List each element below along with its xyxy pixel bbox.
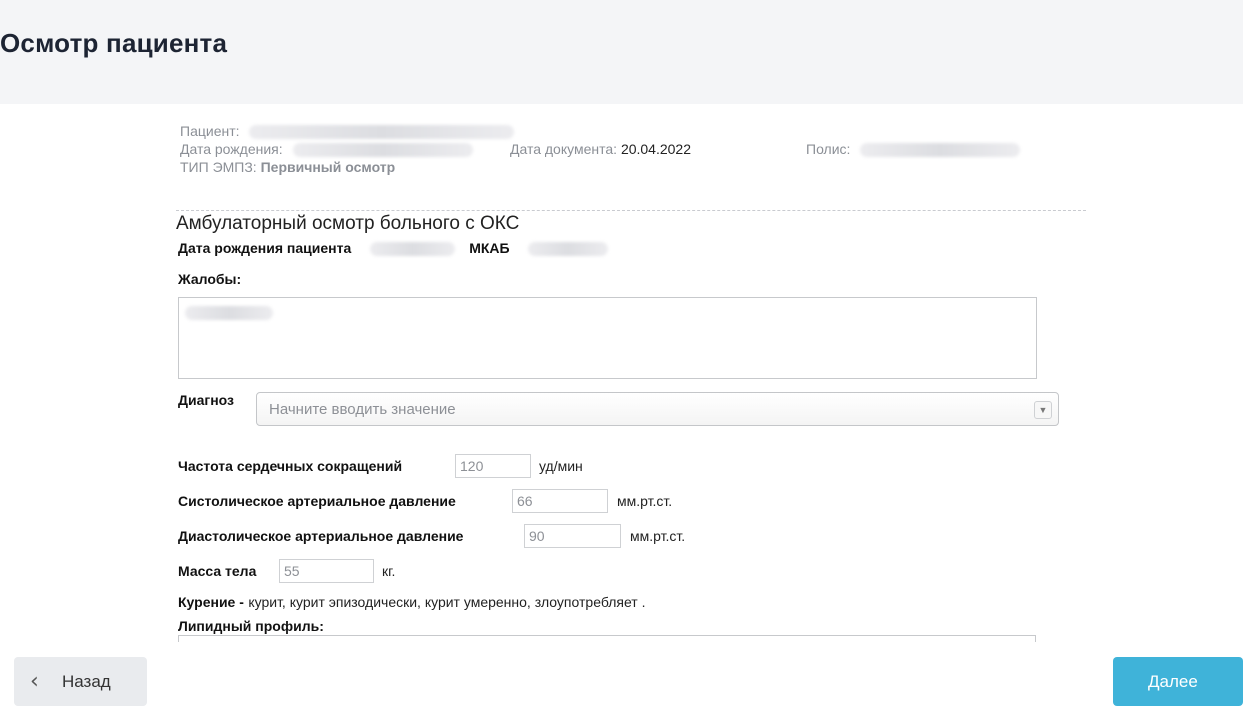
birth-doc-policy-row: Дата рождения: Дата документа: 20.04.202… (180, 140, 1021, 158)
complaints-textarea[interactable] (178, 297, 1037, 379)
footer-bar: ‹ Назад Далее (0, 642, 1243, 706)
smoking-label: Курение - (178, 594, 244, 610)
mkab-label: МКАБ (469, 240, 510, 256)
back-button[interactable]: ‹ Назад (14, 657, 147, 706)
weight-label: Масса тела (178, 563, 257, 579)
complaints-label: Жалобы: (178, 271, 242, 287)
mkab-redacted (528, 241, 609, 256)
heart-rate-input[interactable]: 120 (455, 454, 531, 478)
diastolic-unit: мм.рт.ст. (630, 528, 686, 544)
patient-label: Пациент: (180, 123, 240, 139)
document-date-value: 20.04.2022 (620, 141, 692, 157)
emz-type-label: ТИП ЭМПЗ: (180, 159, 257, 175)
back-button-label: Назад (62, 672, 111, 691)
heart-rate-label: Частота сердечных сокращений (178, 458, 403, 474)
complaints-text-redacted (185, 306, 273, 320)
next-button[interactable]: Далее (1113, 657, 1243, 706)
systolic-label: Систолическое артериальное давление (178, 493, 456, 509)
diagnosis-label: Диагноз (178, 392, 234, 408)
page-title: Осмотр пациента (0, 28, 228, 58)
systolic-unit: мм.рт.ст. (617, 493, 673, 509)
section-divider (176, 210, 1086, 211)
birth-date-redacted (292, 143, 473, 158)
chevron-down-icon[interactable]: ▼ (1034, 401, 1052, 419)
policy-redacted (860, 143, 1021, 158)
birth-date-label: Дата рождения: (180, 141, 283, 157)
next-button-label: Далее (1148, 672, 1198, 691)
patient-birth-redacted (369, 241, 455, 256)
diastolic-label: Диастолическое артериальное давление (178, 528, 464, 544)
heart-rate-unit: уд/мин (539, 458, 583, 474)
smoking-value: курит, курит эпизодически, курит умеренн… (248, 594, 646, 610)
document-meta: Пациент: Дата рождения: Дата документа: … (180, 122, 1021, 176)
systolic-input[interactable]: 66 (512, 489, 608, 513)
weight-input[interactable]: 55 (279, 559, 374, 583)
chevron-left-icon: ‹ (30, 669, 39, 694)
weight-unit: кг. (382, 563, 396, 579)
smoking-row: Курение - курит, курит эпизодически, кур… (178, 594, 645, 612)
policy-label: Полис: (806, 141, 851, 157)
patient-row: Пациент: (180, 122, 515, 140)
document-date-label: Дата документа: (510, 141, 618, 157)
emz-type-value: Первичный осмотр (260, 159, 396, 175)
lipid-profile-field[interactable] (178, 635, 1036, 642)
form-title: Амбулаторный осмотр больного с ОКС (176, 213, 520, 234)
form-content[interactable]: Пациент: Дата рождения: Дата документа: … (0, 104, 1243, 642)
emz-type-row: ТИП ЭМПЗ: Первичный осмотр (180, 158, 514, 176)
diagnosis-select[interactable]: Начните вводить значение ▼ (256, 392, 1059, 426)
diagnosis-placeholder: Начните вводить значение (269, 401, 456, 418)
lipid-profile-label: Липидный профиль: (178, 618, 324, 634)
diastolic-input[interactable]: 90 (524, 524, 621, 548)
patient-name-redacted (249, 125, 515, 140)
page-header: Осмотр пациента (0, 0, 1243, 104)
patient-birth-label: Дата рождения пациента (178, 240, 352, 256)
birth-mkab-row: Дата рождения пациента МКАБ (178, 240, 609, 258)
